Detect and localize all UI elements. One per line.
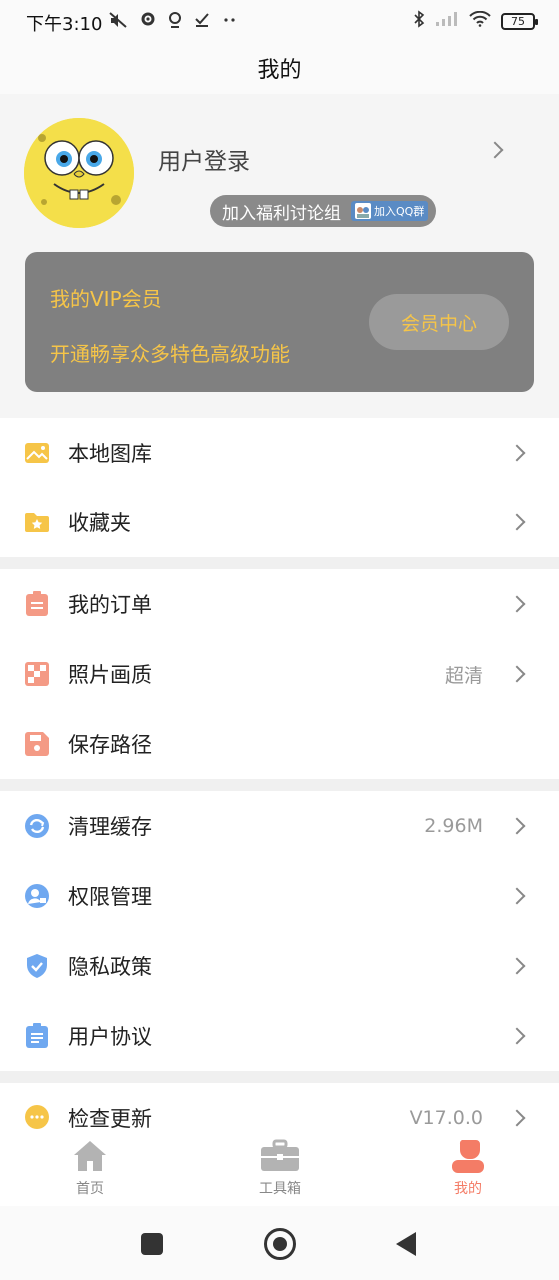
row-label: 清理缓存 (68, 815, 152, 839)
gallery-icon (24, 440, 50, 466)
row-label: 我的订单 (68, 593, 152, 617)
row-value: 2.96M (424, 815, 483, 837)
row-label: 保存路径 (68, 733, 152, 757)
tab-label: 首页 (76, 1181, 104, 1197)
list-item-privacy[interactable]: 隐私政策 (0, 931, 559, 1001)
location-icon (168, 11, 182, 33)
quality-icon (24, 661, 50, 687)
chevron-right-icon (508, 887, 526, 905)
system-nav-bar (0, 1206, 559, 1280)
status-left-icons (108, 11, 238, 33)
check-icon (194, 11, 210, 33)
list-item-agreement[interactable]: 用户协议 (0, 1001, 559, 1071)
list-item-gallery[interactable]: 本地图库 (0, 418, 559, 488)
chevron-right-icon (508, 444, 526, 462)
refresh-icon (24, 813, 50, 839)
bluetooth-icon (413, 10, 425, 32)
signal-icon (435, 11, 459, 31)
row-label: 本地图库 (68, 442, 152, 466)
row-value: 超清 (444, 664, 483, 687)
status-right-icons: 75 (413, 10, 538, 32)
list-item-save-path[interactable]: 保存路径 (0, 709, 559, 779)
row-label: 检查更新 (68, 1107, 152, 1131)
member-center-button[interactable]: 会员中心 (369, 294, 509, 350)
chevron-right-icon (508, 1109, 526, 1127)
recents-button[interactable] (141, 1233, 163, 1255)
list-item-permissions[interactable]: 权限管理 (0, 861, 559, 931)
vip-subtitle: 开通畅享众多特色高级功能 (50, 342, 290, 366)
person-icon (451, 1136, 485, 1176)
toolbox-icon (260, 1136, 300, 1176)
more-icon (222, 11, 238, 33)
wifi-icon (469, 10, 491, 31)
qq-avatar-icon (355, 203, 371, 219)
home-icon (72, 1136, 108, 1176)
page-title: 我的 (257, 58, 302, 83)
qq-badge[interactable]: 加入QQ群 (351, 201, 429, 221)
page-header: 我的 (0, 42, 559, 94)
list-item-favorites[interactable]: 收藏夹 (0, 487, 559, 557)
mute-icon (108, 11, 128, 33)
list-item-orders[interactable]: 我的订单 (0, 569, 559, 639)
list-item-photo-quality[interactable]: 照片画质 超清 (0, 639, 559, 709)
tab-label: 工具箱 (259, 1181, 301, 1197)
join-group-pill[interactable]: 加入福利讨论组 加入QQ群 (210, 195, 437, 227)
section-divider (0, 779, 559, 791)
chevron-right-icon (508, 817, 526, 835)
chevron-right-icon (508, 1027, 526, 1045)
folder-star-icon (24, 509, 50, 535)
qq-badge-label: 加入QQ群 (374, 205, 425, 218)
section-divider (0, 1071, 559, 1083)
chevron-right-icon (508, 665, 526, 683)
tab-mine[interactable]: 我的 (408, 1134, 528, 1206)
status-time: 下午3:10 (26, 14, 103, 35)
bottom-nav: 首页 工具箱 我的 (0, 1134, 559, 1206)
tab-home[interactable]: 首页 (30, 1134, 150, 1206)
row-label: 隐私政策 (68, 955, 152, 979)
list-item-clear-cache[interactable]: 清理缓存 2.96M (0, 791, 559, 861)
chevron-right-icon[interactable] (486, 141, 504, 159)
document-icon (24, 1023, 50, 1049)
chevron-right-icon (508, 595, 526, 613)
join-group-label: 加入福利讨论组 (222, 203, 341, 224)
profile-area: 用户登录 加入福利讨论组 加入QQ群 我的VIP会员 开通畅享众多特色高级功能 … (0, 94, 559, 418)
avatar[interactable] (24, 118, 134, 228)
row-label: 用户协议 (68, 1025, 152, 1049)
tab-toolbox[interactable]: 工具箱 (220, 1134, 340, 1206)
chevron-right-icon (508, 513, 526, 531)
vip-title: 我的VIP会员 (50, 287, 162, 311)
row-label: 权限管理 (68, 885, 152, 909)
user-lock-icon (24, 883, 50, 909)
chevron-right-icon (508, 957, 526, 975)
save-icon (24, 731, 50, 757)
vip-card: 我的VIP会员 开通畅享众多特色高级功能 会员中心 (25, 252, 534, 392)
chat-bubble-icon (24, 1105, 50, 1131)
home-button[interactable] (264, 1228, 296, 1260)
row-label: 照片画质 (68, 663, 152, 687)
shield-check-icon (24, 953, 50, 979)
tab-label: 我的 (454, 1181, 482, 1197)
clipboard-icon (24, 591, 50, 617)
gear-icon (140, 11, 156, 33)
back-button[interactable] (396, 1232, 416, 1256)
login-link[interactable]: 用户登录 (158, 142, 250, 176)
row-label: 收藏夹 (68, 511, 131, 535)
row-value: V17.0.0 (409, 1107, 483, 1129)
section-divider (0, 557, 559, 569)
status-bar: 下午3:10 75 (0, 0, 559, 42)
battery-indicator: 75 (501, 12, 538, 30)
